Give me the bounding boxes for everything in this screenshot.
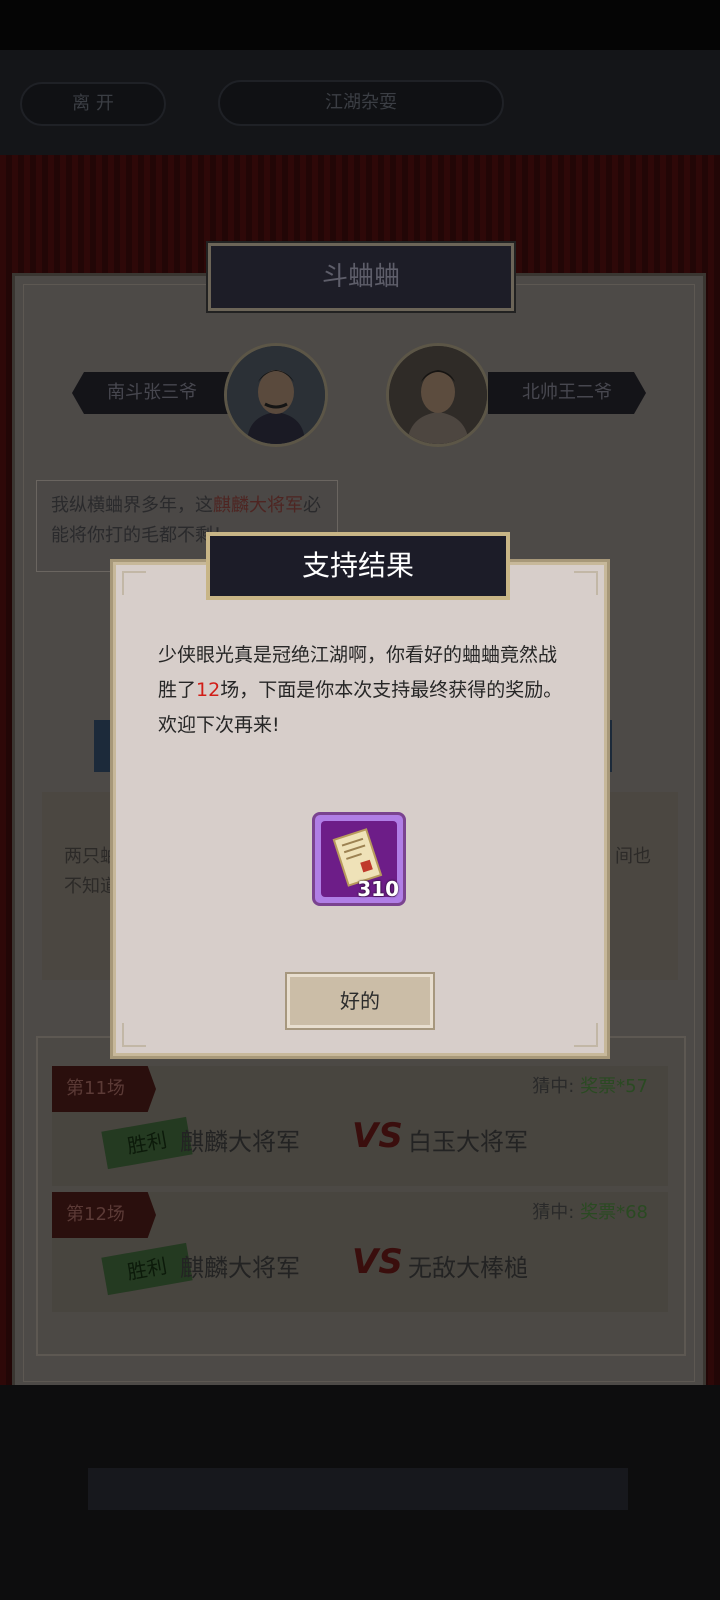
team-a: 麒麟大将军 — [180, 1128, 300, 1156]
guess-label: 猜中: — [532, 1076, 575, 1097]
man-portrait-icon — [227, 346, 325, 444]
guess-reward: 猜中: 奖票*57 — [532, 1072, 648, 1098]
match-history: 第11场 猜中: 奖票*57 胜利 麒麟大将军 VS 白玉大将军 第12场 猜中… — [36, 1036, 686, 1356]
round-tag: 第11场 — [52, 1066, 156, 1112]
vs-icon: VS — [352, 1242, 403, 1282]
bottom-bar — [88, 1468, 628, 1510]
win-stamp: 胜利 — [101, 1116, 193, 1170]
match-row: 第12场 猜中: 奖票*68 胜利 麒麟大将军 VS 无敌大棒槌 — [52, 1192, 668, 1312]
speech-text: 我纵横蛐界多年，这 — [51, 495, 213, 516]
reward-text: 奖票*68 — [580, 1202, 648, 1223]
page-title: 江湖杂耍 — [218, 80, 504, 126]
team-a: 麒麟大将军 — [180, 1254, 300, 1282]
description-text-left: 两只蛐 不知道 — [64, 846, 118, 897]
guess-label: 猜中: — [532, 1202, 575, 1223]
vs-icon: VS — [352, 1116, 403, 1156]
left-player-name: 南斗张三爷 — [72, 372, 232, 414]
dialog-title: 支持结果 — [206, 532, 510, 600]
corner-ornament — [122, 1023, 146, 1047]
round-tag: 第12场 — [52, 1192, 156, 1238]
corner-ornament — [574, 1023, 598, 1047]
dialog-message: 少侠眼光真是冠绝江湖啊，你看好的蛐蛐竟然战胜了12场，下面是你本次支持最终获得的… — [158, 638, 568, 743]
reward-item[interactable]: 310 — [312, 812, 406, 906]
right-player-avatar — [386, 343, 490, 447]
left-player-avatar — [224, 343, 328, 447]
ok-button[interactable]: 好的 — [287, 974, 433, 1028]
match-row: 第11场 猜中: 奖票*57 胜利 麒麟大将军 VS 白玉大将军 — [52, 1066, 668, 1186]
corner-ornament — [122, 571, 146, 595]
corner-ornament — [574, 571, 598, 595]
speech-highlight: 麒麟大将军 — [213, 495, 303, 516]
team-b: 白玉大将军 — [408, 1128, 528, 1156]
win-count: 12 — [196, 679, 221, 701]
win-stamp: 胜利 — [101, 1242, 193, 1296]
status-bar — [0, 0, 720, 50]
reward-text: 奖票*57 — [580, 1076, 648, 1097]
description-text-right: 间也 — [615, 846, 651, 867]
team-b: 无敌大棒槌 — [408, 1254, 528, 1282]
leave-button[interactable]: 离 开 — [20, 82, 166, 126]
man-portrait-icon — [389, 346, 487, 444]
guess-reward: 猜中: 奖票*68 — [532, 1198, 648, 1224]
right-player-name: 北帅王二爷 — [488, 372, 646, 414]
item-count: 310 — [357, 877, 399, 901]
panel-title: 斗蛐蛐 — [208, 243, 514, 311]
